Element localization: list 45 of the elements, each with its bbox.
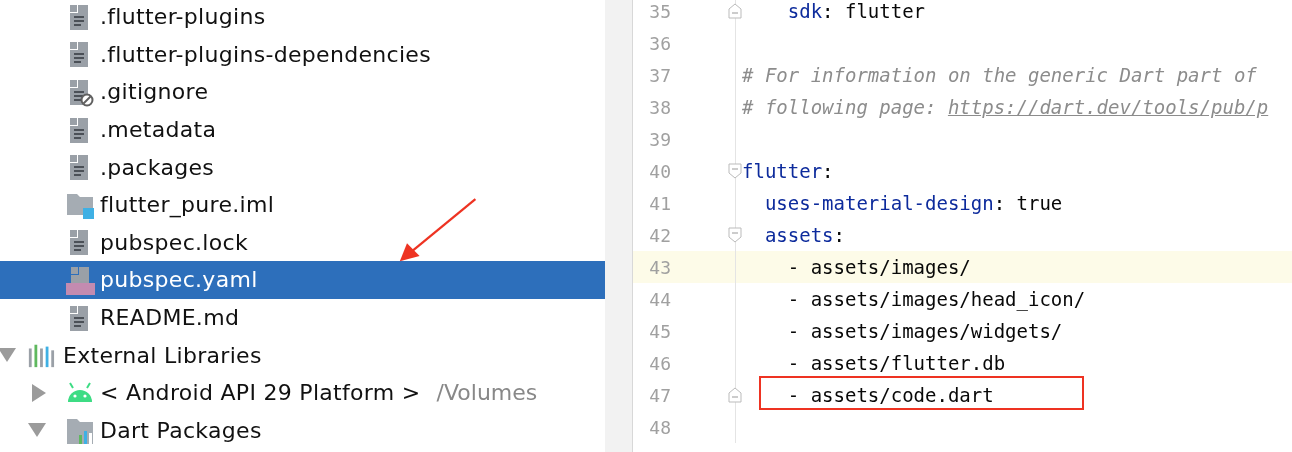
file-item[interactable]: .metadata (0, 110, 605, 149)
code-line: - assets/code.dart (786, 384, 994, 406)
line-number: 41 (648, 192, 671, 214)
line-number: 47 (648, 384, 671, 406)
file-item[interactable]: README.md (0, 298, 605, 337)
expand-arrow-icon[interactable] (32, 383, 46, 402)
fold-start-icon[interactable] (728, 163, 742, 179)
line-number: 39 (648, 128, 671, 150)
code-line: - assets/images/widgets/ (786, 320, 1063, 342)
line-number: 44 (648, 288, 671, 310)
code-line: - assets/images/head_icon/ (786, 288, 1086, 310)
library-item[interactable]: Dart Packages (0, 411, 605, 450)
code-line: - assets/images/ (786, 256, 971, 278)
line-number: 42 (648, 224, 671, 246)
yaml-file-icon (65, 264, 95, 295)
code-line: flutter: (742, 160, 834, 182)
expand-arrow-icon[interactable] (28, 423, 46, 438)
code-line: uses-material-design: true (763, 192, 1063, 214)
code-line: assets: (763, 224, 845, 246)
code-line: # For information on the generic Dart part of (742, 64, 1257, 86)
library-path: /Volumes (436, 380, 538, 406)
line-number: 36 (648, 32, 671, 54)
line-number: 37 (648, 64, 671, 86)
file-item[interactable]: pubspec.yaml (0, 261, 605, 299)
library-item[interactable]: < Android API 29 Platform > /Volumes (0, 373, 605, 412)
file-item[interactable]: flutter_pure.iml (0, 185, 605, 224)
file-item[interactable]: .packages (0, 148, 605, 186)
code-line: # following page: https://dart.dev/tools/pub/p (742, 96, 1269, 118)
line-number: 48 (648, 416, 671, 438)
line-number: 45 (648, 320, 671, 342)
code-line: - assets/flutter.db (786, 352, 1006, 374)
file-item[interactable]: .gitignore (0, 73, 605, 111)
line-number: 43 (648, 256, 671, 278)
fold-start-icon[interactable] (728, 227, 742, 243)
file-item[interactable]: pubspec.lock (0, 223, 605, 262)
line-number: 38 (648, 96, 671, 118)
library-item[interactable]: External Libraries (0, 336, 605, 374)
file-item[interactable]: .flutter-plugins-dependencies (0, 35, 605, 74)
line-number: 40 (648, 160, 671, 182)
code-line: sdk: flutter (786, 0, 926, 22)
fold-end-icon[interactable] (728, 387, 742, 403)
fold-end-icon[interactable] (728, 3, 742, 19)
line-number: 35 (648, 0, 671, 22)
line-number: 46 (648, 352, 671, 374)
file-item[interactable]: .flutter-plugins (0, 0, 605, 36)
